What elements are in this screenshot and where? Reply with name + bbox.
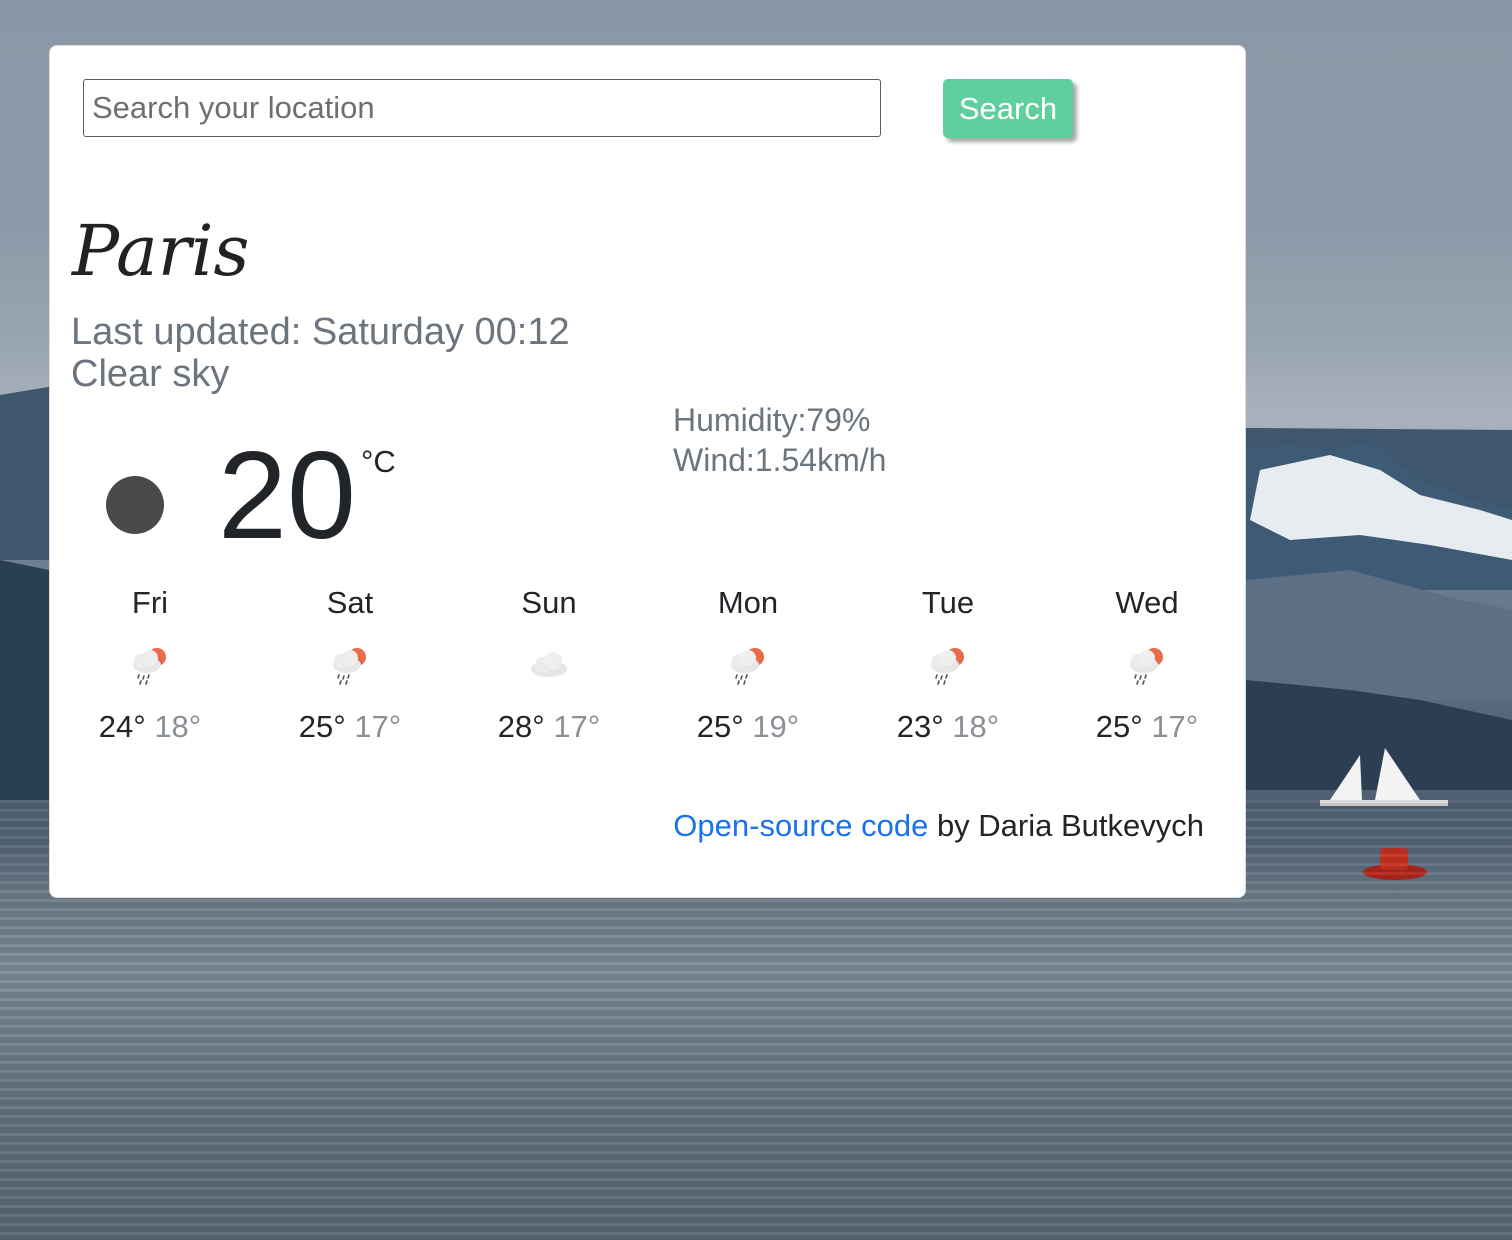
footer-credit: Open-source code by Daria Butkevych <box>673 808 1204 844</box>
forecast-day-name: Fri <box>131 585 169 620</box>
forecast: Fri 24° 18° Sat 25° 17° Sun 28° 17° Mon … <box>50 581 1247 761</box>
open-source-link[interactable]: Open-source code <box>673 808 928 843</box>
moon-icon <box>106 476 164 534</box>
forecast-day: Wed 25° 17° <box>1047 581 1247 747</box>
forecast-temps: 24° 18° <box>50 707 250 747</box>
forecast-day-name: Sat <box>326 585 374 620</box>
forecast-max: 25° <box>696 709 744 744</box>
forecast-max: 28° <box>497 709 545 744</box>
forecast-day-name: Wed <box>1115 585 1179 620</box>
rain-sun-icon <box>1130 648 1163 685</box>
forecast-day-name: Sun <box>521 585 577 620</box>
forecast-min: 18° <box>952 709 1000 744</box>
weather-description: Clear sky <box>71 353 230 395</box>
forecast-temps: 23° 18° <box>848 707 1048 747</box>
forecast-day: Sat 25° 17° <box>250 581 450 747</box>
author-credit: by Daria Butkevych <box>928 808 1204 843</box>
last-updated: Last updated: Saturday 00:12 <box>71 311 570 353</box>
forecast-min: 17° <box>553 709 601 744</box>
forecast-min: 17° <box>354 709 402 744</box>
city-name: Paris <box>72 210 250 292</box>
forecast-day-name: Tue <box>921 585 975 620</box>
forecast-temps: 28° 17° <box>449 707 649 747</box>
forecast-day-name: Mon <box>717 585 779 620</box>
current-temperature: 20 <box>218 427 356 565</box>
rain-sun-icon <box>731 648 764 685</box>
search-input[interactable] <box>83 79 881 137</box>
weather-card: Search Paris Last updated: Saturday 00:1… <box>49 45 1246 898</box>
forecast-temps: 25° 19° <box>648 707 848 747</box>
forecast-day: Sun 28° 17° <box>449 581 649 747</box>
temperature-unit[interactable]: °C <box>361 444 396 480</box>
forecast-min: 19° <box>752 709 800 744</box>
forecast-day: Mon 25° 19° <box>648 581 848 747</box>
wind: Wind:1.54km/h <box>673 442 887 478</box>
rain-sun-icon <box>133 648 166 685</box>
forecast-max: 25° <box>298 709 346 744</box>
rain-sun-icon <box>333 648 366 685</box>
humidity: Humidity:79% <box>673 402 871 438</box>
forecast-min: 17° <box>1151 709 1199 744</box>
search-button[interactable]: Search <box>943 79 1073 138</box>
forecast-min: 18° <box>154 709 202 744</box>
forecast-max: 23° <box>896 709 944 744</box>
rain-sun-icon <box>931 648 964 685</box>
forecast-day: Fri 24° 18° <box>50 581 250 747</box>
forecast-temps: 25° 17° <box>1047 707 1247 747</box>
forecast-day: Tue 23° 18° <box>848 581 1048 747</box>
forecast-temps: 25° 17° <box>250 707 450 747</box>
forecast-max: 24° <box>98 709 146 744</box>
forecast-max: 25° <box>1095 709 1143 744</box>
weather-stats: Humidity:79% Wind:1.54km/h <box>673 400 886 480</box>
cloud-icon <box>531 652 567 677</box>
